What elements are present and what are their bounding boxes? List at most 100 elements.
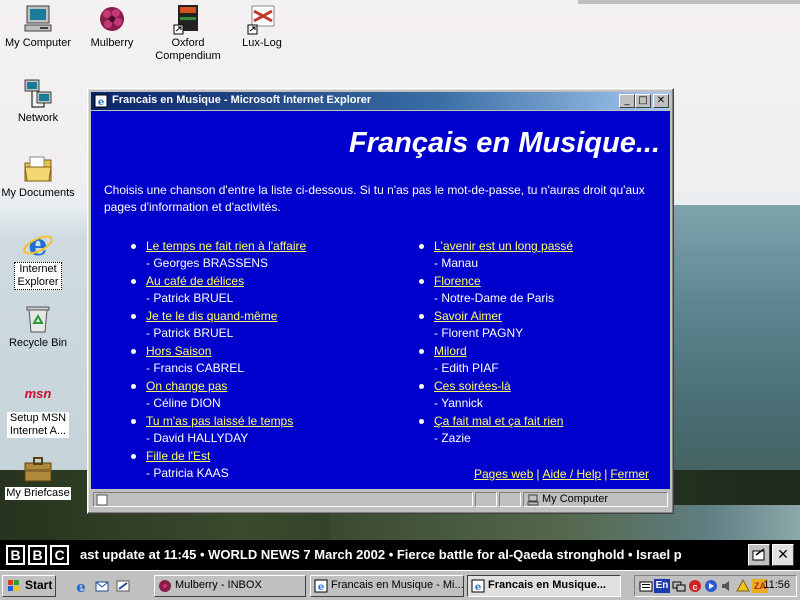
windows-flag-icon	[8, 580, 19, 591]
song-artist: - Georges BRASSENS	[146, 256, 269, 270]
minimize-button[interactable]: _	[619, 94, 635, 108]
system-tray: En c ZA 11:56	[634, 575, 797, 597]
task-mulberry[interactable]: Mulberry - INBOX	[154, 575, 306, 597]
song-link[interactable]: On change pas	[146, 378, 306, 395]
quicklaunch-outlook-icon[interactable]	[94, 578, 110, 594]
song-item: Le temps ne fait rien à l'affaire - Geor…	[131, 238, 306, 273]
bullet	[131, 384, 136, 389]
desktop-icon-my-computer[interactable]: My Computer	[0, 3, 76, 50]
top-window-edge	[578, 0, 800, 4]
oxford-compendium-icon	[173, 5, 198, 35]
song-item: Ces soirées-là - Yannick	[419, 378, 573, 413]
ie-page-icon: e	[94, 94, 108, 108]
song-item: Fille de l'Est - Patricia KAAS	[131, 448, 306, 483]
intro-text: Choisis une chanson d'entre la liste ci-…	[104, 183, 645, 214]
clock[interactable]: 11:56	[763, 579, 790, 591]
bullet	[131, 349, 136, 354]
aide-help-link[interactable]: Aide / Help	[543, 467, 602, 481]
keyboard-tray-icon[interactable]	[639, 579, 653, 593]
desktop-icon-label: Mulberry	[90, 37, 134, 49]
bullet	[131, 279, 136, 284]
song-list-right: L'avenir est un long passé - Manau Flore…	[419, 238, 573, 448]
task-label: Mulberry - INBOX	[175, 579, 262, 591]
desktop-icon-label: My Documents	[1, 187, 75, 199]
song-link[interactable]: Ces soirées-là	[434, 378, 573, 395]
bullet	[419, 314, 424, 319]
song-item: Florence - Notre-Dame de Paris	[419, 273, 573, 308]
network-tray-icon[interactable]	[672, 579, 686, 593]
song-item: Au café de délices - Patrick BRUEL	[131, 273, 306, 308]
pages-web-link[interactable]: Pages web	[474, 467, 533, 481]
song-artist: - Francis CABREL	[146, 361, 245, 375]
quicklaunch-desktop-icon[interactable]	[115, 578, 131, 594]
song-item: Milord - Edith PIAF	[419, 343, 573, 378]
close-button[interactable]: ✕	[653, 94, 669, 108]
desktop-icon-my-documents[interactable]: My Documents	[0, 153, 76, 200]
start-button[interactable]: Start	[2, 575, 56, 597]
song-artist: - Céline DION	[146, 396, 221, 410]
mulberry-small-icon	[159, 580, 171, 592]
song-link[interactable]: Au café de délices	[146, 273, 306, 290]
task-label: Francais en Musique - Mi...	[331, 579, 464, 591]
internet-explorer-icon: e	[23, 228, 53, 260]
desktop-icon-my-briefcase[interactable]: My Briefcase	[0, 453, 76, 500]
bbc-logo-letter: C	[50, 545, 69, 565]
desktop-icon-oxford-compendium[interactable]: Oxford Compendium	[150, 3, 226, 63]
song-link[interactable]: Hors Saison	[146, 343, 306, 360]
desktop-icon-recycle-bin[interactable]: Recycle Bin	[0, 303, 76, 350]
ticker-close-button[interactable]: ✕	[772, 544, 794, 566]
page-status-icon	[96, 494, 108, 506]
song-link[interactable]: Tu m'as pas laissé le temps	[146, 413, 306, 430]
status-message	[93, 492, 473, 507]
song-link[interactable]: Le temps ne fait rien à l'affaire	[146, 238, 306, 255]
song-link[interactable]: Fille de l'Est	[146, 448, 306, 465]
desktop-icon-internet-explorer[interactable]: e Internet Explorer	[0, 228, 76, 290]
language-indicator[interactable]: En	[654, 579, 670, 593]
quicklaunch-ie-icon[interactable]: e	[73, 578, 89, 594]
fermer-link[interactable]: Fermer	[610, 467, 649, 481]
start-label: Start	[25, 578, 53, 592]
task-francais-active[interactable]: e Francais en Musique...	[467, 575, 621, 597]
briefcase-icon	[24, 457, 52, 482]
song-artist: - David HALLYDAY	[146, 431, 249, 445]
song-link[interactable]: Ça fait mal et ça fait rien	[434, 413, 573, 430]
bullet	[131, 419, 136, 424]
song-link[interactable]: L'avenir est un long passé	[434, 238, 573, 255]
ie-page-small-icon: e	[471, 579, 485, 593]
bullet	[419, 279, 424, 284]
window-titlebar[interactable]: e Francais en Musique - Microsoft Intern…	[91, 92, 670, 110]
desktop-icon-msn-setup[interactable]: msn Setup MSN Internet A...	[0, 378, 76, 438]
song-item: L'avenir est un long passé - Manau	[419, 238, 573, 273]
link-separator: |	[604, 467, 608, 481]
song-link[interactable]: Florence	[434, 273, 573, 290]
desktop-icon-lux-log[interactable]: Lux-Log	[224, 3, 300, 50]
antivirus-tray-icon[interactable]: c	[688, 579, 702, 593]
scheduler-tray-icon[interactable]	[736, 579, 750, 593]
song-artist: - Florent PAGNY	[434, 326, 524, 340]
volume-tray-icon[interactable]	[720, 579, 734, 593]
song-artist: - Patrick BRUEL	[146, 291, 234, 305]
desktop-icon-label: Recycle Bin	[8, 337, 68, 349]
desktop-icon-label: Setup MSN Internet A...	[7, 412, 69, 438]
ticker-menu-button[interactable]	[748, 544, 770, 566]
maximize-button[interactable]: □	[635, 94, 651, 108]
song-item: On change pas - Céline DION	[131, 378, 306, 413]
desktop-icon-mulberry[interactable]: Mulberry	[74, 3, 150, 50]
desktop-icon-label: Internet Explorer	[14, 262, 62, 290]
lux-log-icon	[247, 5, 275, 35]
desktop-icon-label: Network	[17, 112, 59, 124]
bullet	[419, 349, 424, 354]
msn-icon: msn	[25, 386, 52, 401]
task-francais-1[interactable]: e Francais en Musique - Mi...	[310, 575, 464, 597]
task-label: Francais en Musique...	[488, 579, 606, 591]
security-zone-label: My Computer	[542, 493, 609, 505]
song-link[interactable]: Milord	[434, 343, 573, 360]
song-item: Savoir Aimer - Florent PAGNY	[419, 308, 573, 343]
song-link[interactable]: Savoir Aimer	[434, 308, 573, 325]
realplayer-tray-icon[interactable]	[704, 579, 718, 593]
desktop-icon-network[interactable]: Network	[0, 78, 76, 125]
svg-text:e: e	[318, 582, 324, 593]
song-link[interactable]: Je te le dis quand-même	[146, 308, 306, 325]
ticker-headline[interactable]: ast update at 11:45 • WORLD NEWS 7 March…	[80, 547, 682, 562]
status-bar: My Computer	[91, 490, 670, 509]
